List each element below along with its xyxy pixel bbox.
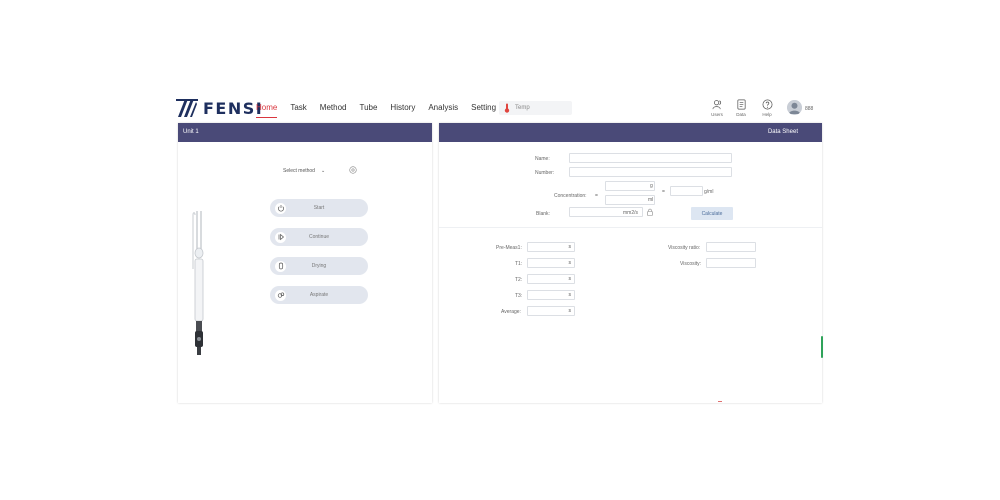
temp-label: Temp — [515, 105, 530, 111]
scrollbar-thumb[interactable] — [821, 336, 823, 358]
t1-select[interactable]: s — [527, 258, 575, 268]
number-label: Number: — [535, 170, 555, 176]
number-input[interactable] — [569, 167, 732, 177]
section-divider — [439, 227, 822, 228]
viscosity-input[interactable] — [706, 258, 756, 268]
aspirate-label: Aspirate — [309, 292, 329, 298]
chevron-down-icon: ⌄ — [320, 168, 326, 174]
calculate-button[interactable]: Calculate — [691, 207, 733, 220]
users-icon — [712, 100, 721, 110]
drying-icon — [275, 260, 286, 272]
nav-home[interactable]: Home — [256, 103, 278, 118]
brand-name: FENSI — [203, 98, 264, 118]
conc-equals: = — [595, 193, 598, 199]
t3-unit: s — [568, 292, 572, 298]
data-sheet-title: Data Sheet — [439, 123, 822, 142]
nav-method[interactable]: Method — [320, 103, 347, 112]
concentration-label: Concentration: — [554, 193, 587, 199]
method-select-label: Select method — [283, 168, 315, 174]
drying-button[interactable]: Drying — [270, 257, 368, 275]
power-icon — [275, 202, 286, 214]
status-indicator — [718, 401, 722, 402]
viscosity-ratio-input[interactable] — [706, 242, 756, 252]
t3-label: T3: — [515, 293, 523, 299]
blank-label: Blank: — [536, 211, 550, 217]
thermometer-icon — [504, 103, 510, 113]
viscometer-tube-icon — [192, 211, 204, 355]
start-button[interactable]: Start — [270, 199, 368, 217]
help-label: Help — [762, 112, 772, 117]
users-label: Users — [711, 112, 723, 117]
t3-select[interactable]: s — [527, 290, 575, 300]
average-select[interactable]: s — [527, 306, 575, 316]
unit-panel: Unit 1 Select method ⌄ Start Continue Dr… — [178, 123, 432, 403]
conc-equals-2: = — [662, 189, 665, 195]
t1-label: T1: — [515, 261, 523, 267]
pre-meas-unit: s — [568, 244, 572, 250]
start-label: Start — [313, 205, 325, 211]
unit-panel-title: Unit 1 — [178, 123, 432, 142]
average-label: Average: — [501, 309, 521, 315]
viscosity-ratio-label: Viscosity ratio: — [668, 245, 701, 251]
help-icon — [762, 99, 772, 110]
logo-mark-icon — [176, 99, 198, 117]
aspirate-button[interactable]: Aspirate — [270, 286, 368, 304]
temperature-display: Temp — [499, 101, 572, 115]
users-button[interactable]: Users — [706, 99, 728, 117]
main-nav: Home Task Method Tube History Analysis S… — [256, 103, 509, 118]
lock-icon[interactable] — [646, 208, 654, 216]
data-button[interactable]: Data — [730, 99, 752, 117]
blank-unit: mm2/s — [623, 210, 638, 216]
logo: FENSI — [176, 98, 263, 118]
t2-unit: s — [568, 276, 572, 282]
drying-label: Drying — [311, 263, 327, 269]
t2-label: T2: — [515, 277, 523, 283]
continue-button[interactable]: Continue — [270, 228, 368, 246]
continue-icon — [275, 231, 286, 243]
user-avatar-icon — [787, 100, 802, 115]
unit-gml: g/ml — [704, 189, 714, 195]
nav-task[interactable]: Task — [290, 103, 306, 112]
nav-tube[interactable]: Tube — [359, 103, 377, 112]
mass-input[interactable] — [605, 181, 655, 191]
pre-meas-select[interactable]: s — [527, 242, 575, 252]
top-bar: FENSI Home Task Method Tube History Anal… — [176, 95, 824, 122]
name-label: Name: — [535, 156, 550, 162]
concentration-input[interactable] — [670, 186, 703, 196]
viscosity-label: Viscosity: — [680, 261, 702, 267]
data-icon — [736, 99, 746, 110]
t2-select[interactable]: s — [527, 274, 575, 284]
app-window: FENSI Home Task Method Tube History Anal… — [176, 95, 824, 403]
data-sheet-panel: Data Sheet Name: Number: Concentration: … — [439, 123, 822, 403]
average-unit: s — [568, 308, 572, 314]
unit-ml: ml — [648, 197, 654, 203]
nav-history[interactable]: History — [390, 103, 415, 112]
method-select[interactable]: Select method ⌄ — [283, 168, 325, 174]
avatar[interactable] — [787, 100, 802, 115]
t1-unit: s — [568, 260, 572, 266]
nav-setting[interactable]: Setting — [471, 103, 496, 112]
name-input[interactable] — [569, 153, 732, 163]
data-label: Data — [736, 112, 746, 117]
nav-analysis[interactable]: Analysis — [428, 103, 458, 112]
aspirate-icon — [275, 289, 286, 301]
user-name: 888 — [805, 106, 814, 112]
help-button[interactable]: Help — [756, 99, 778, 117]
method-settings-icon[interactable] — [349, 166, 357, 174]
pre-meas-label: Pre-Meas1: — [496, 245, 522, 251]
continue-label: Continue — [308, 234, 329, 240]
unit-g: g — [650, 183, 653, 189]
